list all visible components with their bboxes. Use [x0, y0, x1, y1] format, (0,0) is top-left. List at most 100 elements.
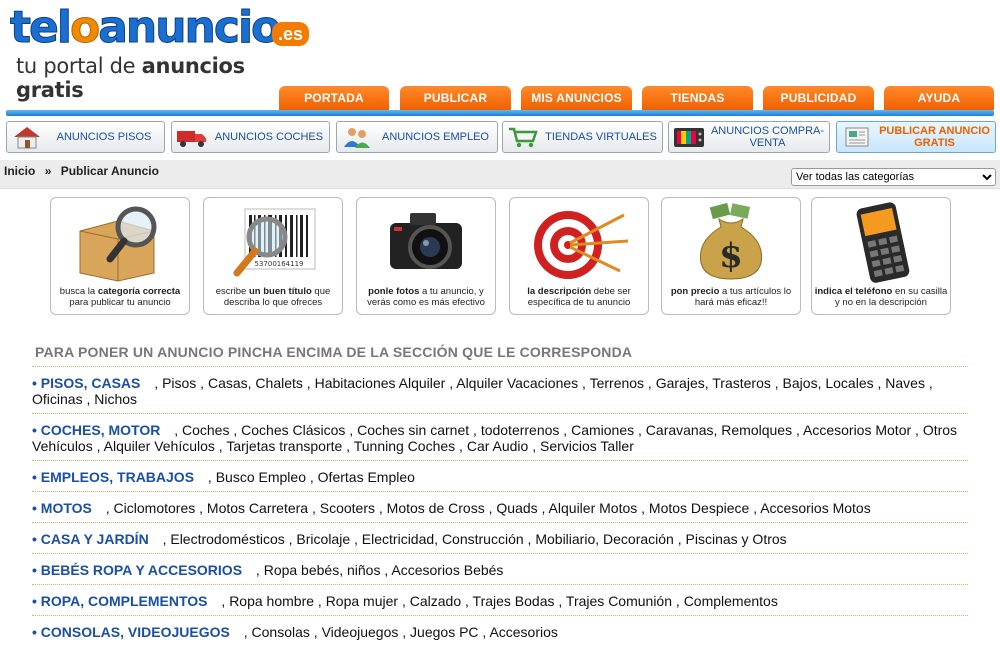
cat-button-publicar-gratis[interactable]: PUBLICAR ANUNCIO GRATIS	[836, 121, 996, 153]
tab-portada[interactable]: PORTADA	[279, 86, 389, 110]
svg-text:$: $	[719, 236, 743, 276]
cat-button-coches[interactable]: ANUNCIOS COCHES	[171, 121, 330, 153]
subcategory-link[interactable]: Busco Empleo	[216, 469, 306, 485]
cart-icon	[509, 127, 538, 148]
subcategory-link[interactable]: Trajes Comunión	[566, 593, 672, 609]
subcategory-link[interactable]: Alquiler Motos	[549, 500, 638, 516]
subcategory-link[interactable]: Tunning Coches	[354, 438, 455, 454]
tab-publicidad[interactable]: PUBLICIDAD	[763, 86, 874, 110]
tips-row: busca la categoría correcta para publica…	[0, 197, 1000, 317]
cat-button-label: ANUNCIOS COCHES	[214, 131, 324, 143]
tip-card-category: busca la categoría correcta para publica…	[50, 197, 190, 315]
cat-button-pisos[interactable]: ANUNCIOS PISOS	[6, 121, 165, 153]
subcategory-link[interactable]: Nichos	[94, 391, 137, 407]
tab-ayuda[interactable]: AYUDA	[884, 86, 994, 110]
cat-button-empleo[interactable]: ANUNCIOS EMPLEO	[336, 121, 498, 153]
site-logo[interactable]: teloanuncio .es tu portal de anuncios gr…	[10, 2, 310, 102]
subcategory-link[interactable]: Coches Clásicos	[241, 422, 345, 438]
subcategory-link[interactable]: Ropa hombre	[229, 593, 314, 609]
subcategory-link[interactable]: Consolas	[252, 624, 310, 640]
subcategory-link[interactable]: Servicios Taller	[540, 438, 634, 454]
category-select[interactable]: Ver todas las categorías	[791, 168, 996, 186]
category-nav: ANUNCIOS PISOS ANUNCIOS COCHES ANUNCIOS …	[0, 121, 1000, 153]
subcategory-link[interactable]: Videojuegos	[322, 624, 399, 640]
subcategory-link[interactable]: Accesorios	[489, 624, 557, 640]
subcategory-link[interactable]: Calzado	[410, 593, 461, 609]
subcategory-link[interactable]: Ropa mujer	[326, 593, 398, 609]
cat-button-compra-venta[interactable]: ANUNCIOS COMPRA-VENTA	[668, 121, 830, 153]
subcategory-link[interactable]: Coches sin carnet	[357, 422, 469, 438]
tip-text: pon precio a tus artículos lo hará más e…	[670, 286, 792, 308]
section-row: • MOTOS , Ciclomotores , Motos Carretera…	[32, 491, 968, 522]
barcode-magnifier-icon: 53700164119	[233, 208, 316, 277]
subcategory-link[interactable]: Garajes, Trasteros	[656, 375, 771, 391]
section-title-link[interactable]: MOTOS	[41, 500, 92, 516]
subcategory-link[interactable]: Accesorios Bebés	[391, 562, 503, 578]
subcategory-link[interactable]: Caravanas, Remolques	[646, 422, 792, 438]
bullet: •	[32, 469, 41, 485]
breadcrumb-home-link[interactable]: Inicio	[4, 164, 35, 178]
subcategory-link[interactable]: Motos Carretera	[207, 500, 308, 516]
subcategory-link[interactable]: Electricidad, Construcción	[362, 531, 524, 547]
subcategory-link[interactable]: Oficinas	[32, 391, 83, 407]
subcategory-link[interactable]: Camiones	[571, 422, 634, 438]
subcategory-link[interactable]: Ofertas Empleo	[318, 469, 415, 485]
subcategory-link[interactable]: Naves	[885, 375, 925, 391]
subcategory-link[interactable]: Complementos	[684, 593, 778, 609]
box-magnifier-icon	[79, 206, 157, 282]
subcategory-link[interactable]: Mobiliario, Decoración	[535, 531, 674, 547]
section-title-link[interactable]: ROPA, COMPLEMENTOS	[41, 593, 208, 609]
subcategory-link[interactable]: Accesorios Motor	[803, 422, 911, 438]
subcategory-link[interactable]: Bajos, Locales	[783, 375, 874, 391]
subcategory-link[interactable]: Tarjetas transporte	[226, 438, 342, 454]
section-title-link[interactable]: BEBÉS ROPA Y ACCESORIOS	[41, 562, 242, 578]
bullet: •	[32, 500, 41, 516]
subcategory-link[interactable]: Scooters	[320, 500, 375, 516]
section-title-link[interactable]: CONSOLAS, VIDEOJUEGOS	[41, 624, 230, 640]
section-title-link[interactable]: EMPLEOS, TRABAJOS	[41, 469, 194, 485]
tip-card-title: 53700164119 escribe un buen título que d…	[203, 197, 343, 315]
logo-wordmark: teloanuncio	[10, 2, 282, 54]
nav-divider-bar	[6, 110, 994, 116]
cat-button-label: ANUNCIOS COMPRA-VENTA	[710, 125, 825, 149]
subcategory-link[interactable]: Habitaciones Alquiler	[315, 375, 446, 391]
target-icon	[534, 211, 629, 279]
section-row: • ROPA, COMPLEMENTOS , Ropa hombre , Rop…	[32, 584, 968, 615]
section-title-link[interactable]: COCHES, MOTOR	[41, 422, 161, 438]
section-title-link[interactable]: CASA Y JARDÍN	[41, 531, 149, 547]
subcategory-link[interactable]: Trajes Bodas	[473, 593, 555, 609]
subcategory-link[interactable]: Coches	[182, 422, 229, 438]
subcategory-link[interactable]: todoterrenos	[481, 422, 560, 438]
tip-card-description: la descripción debe ser específica de tu…	[509, 197, 649, 315]
subcategory-link[interactable]: Ropa bebés, niños	[264, 562, 381, 578]
tip-card-phone: indica el teléfono en su casilla y no en…	[811, 197, 951, 315]
cat-button-label: TIENDAS VIRTUALES	[545, 131, 657, 143]
tab-publicar-anuncio[interactable]: PUBLICAR ANUNCIO	[400, 86, 511, 129]
subcategory-link[interactable]: Alquiler Vehículos	[104, 438, 215, 454]
subcategory-link[interactable]: Bricolaje	[296, 531, 350, 547]
sections-heading: PARA PONER UN ANUNCIO PINCHA ENCIMA DE L…	[35, 344, 633, 360]
cat-button-tiendas[interactable]: TIENDAS VIRTUALES	[502, 121, 663, 153]
tip-text: ponle fotos a tu anuncio, y verás como e…	[367, 286, 485, 308]
subcategory-link[interactable]: Ciclomotores	[114, 500, 196, 516]
bullet: •	[32, 562, 41, 578]
tip-card-price: $ pon precio a tus artículos lo hará más…	[661, 197, 801, 315]
subcategory-link[interactable]: Quads	[496, 500, 537, 516]
subcategory-link[interactable]: Motos Despiece	[649, 500, 749, 516]
subcategory-link[interactable]: Accesorios Motos	[760, 500, 870, 516]
bullet: •	[32, 593, 41, 609]
subcategory-link[interactable]: Electrodomésticos	[170, 531, 284, 547]
bullet: •	[32, 422, 41, 438]
tab-tiendas-virtuales[interactable]: TIENDAS VIRTUALES	[642, 86, 753, 129]
subcategory-link[interactable]: Juegos PC	[410, 624, 478, 640]
section-title-link[interactable]: PISOS, CASAS	[41, 375, 141, 391]
section-row: • PISOS, CASAS , Pisos , Casas, Chalets …	[32, 366, 968, 413]
subcategory-link[interactable]: Casas, Chalets	[208, 375, 303, 391]
subcategory-link[interactable]: Alquiler Vacaciones	[456, 375, 578, 391]
tab-mis-anuncios[interactable]: MIS ANUNCIOS	[521, 86, 632, 110]
subcategory-link[interactable]: Piscinas y Otros	[686, 531, 787, 547]
subcategory-link[interactable]: Pisos	[162, 375, 196, 391]
subcategory-link[interactable]: Terrenos	[590, 375, 644, 391]
subcategory-link[interactable]: Motos de Cross	[387, 500, 485, 516]
subcategory-link[interactable]: Car Audio	[467, 438, 528, 454]
